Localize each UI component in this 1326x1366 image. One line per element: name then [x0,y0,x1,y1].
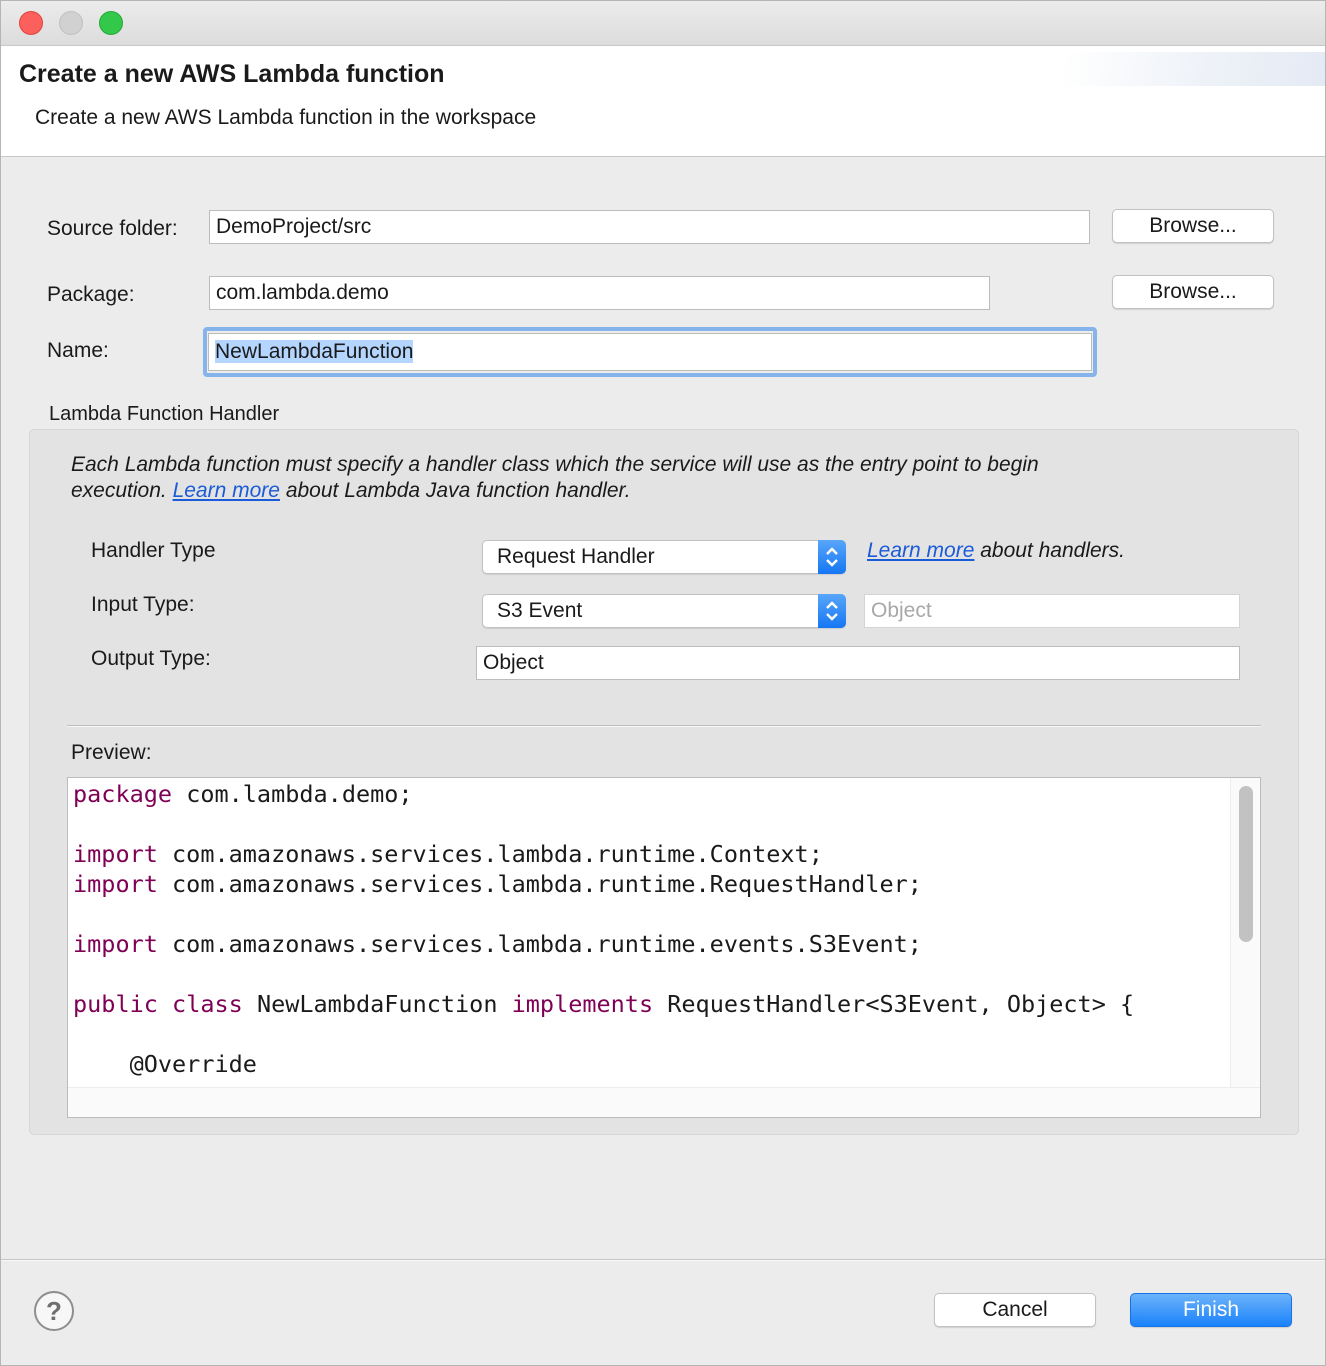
learn-more-handlers-link[interactable]: Learn more [867,539,974,562]
input-type-stepper[interactable] [818,594,846,628]
name-field[interactable]: NewLambdaFunction [208,333,1092,371]
handlers-link-text: Learn more about handlers. [867,539,1125,563]
handler-type-value: Request Handler [497,545,655,568]
code-line-import-s3event: import com.amazonaws.services.lambda.run… [73,930,922,958]
close-window-button[interactable] [19,11,43,35]
source-folder-label: Source folder: [47,217,178,240]
title-bar [1,1,1325,46]
name-label: Name: [47,339,109,362]
handler-type-select[interactable]: Request Handler [482,540,846,574]
preview-label: Preview: [71,741,152,764]
output-type-field[interactable]: Object [476,646,1240,680]
code-preview-horizontal-scrollbar[interactable] [68,1087,1260,1117]
handler-group-title: Lambda Function Handler [49,403,280,425]
dialog-window: Create a new AWS Lambda function Create … [0,0,1326,1366]
up-down-arrows-icon [826,547,838,567]
handler-description-line1: Each Lambda function must specify a hand… [71,453,1039,476]
code-line-import-request-handler: import com.amazonaws.services.lambda.run… [73,870,922,898]
header-banner-image [1065,52,1325,86]
package-field[interactable]: com.lambda.demo [209,276,990,310]
package-label: Package: [47,283,135,306]
vertical-scroll-thumb[interactable] [1239,786,1253,942]
input-type-value: S3 Event [497,599,583,622]
source-folder-field[interactable]: DemoProject/src [209,210,1090,244]
wizard-description: Create a new AWS Lambda function in the … [35,106,537,129]
handler-type-stepper[interactable] [818,540,846,574]
up-down-arrows-icon [826,601,838,621]
minimize-window-button[interactable] [59,11,83,35]
footer-separator [1,1259,1325,1261]
zoom-window-button[interactable] [99,11,123,35]
input-type-label: Input Type: [91,593,195,616]
handler-type-label: Handler Type [91,539,216,562]
output-type-label: Output Type: [91,647,211,670]
code-preview[interactable]: package com.lambda.demo; import com.amaz… [67,777,1261,1118]
wizard-header: Create a new AWS Lambda function Create … [1,46,1325,157]
code-preview-content: package com.lambda.demo; import com.amaz… [68,778,1230,1087]
code-line-import-context: import com.amazonaws.services.lambda.run… [73,840,823,868]
input-type-select[interactable]: S3 Event [482,594,846,628]
code-line-package: package com.lambda.demo; [73,780,413,808]
learn-more-function-handler-link[interactable]: Learn more [173,479,280,502]
preview-separator [67,725,1261,727]
handlers-link-suffix: about handlers. [980,539,1126,562]
name-field-selected-text: NewLambdaFunction [215,340,414,363]
handler-description-line2: execution. Learn more about Lambda Java … [71,479,631,503]
code-preview-vertical-scrollbar[interactable] [1230,778,1260,1087]
wizard-title: Create a new AWS Lambda function [19,60,445,88]
input-type-custom-field: Object [864,594,1240,628]
browse-package-button[interactable]: Browse... [1112,275,1274,309]
help-button[interactable]: ? [34,1291,74,1331]
code-line-override: @Override [73,1050,257,1078]
browse-source-folder-button[interactable]: Browse... [1112,209,1274,243]
handler-description-execution: execution. [71,479,167,502]
code-line-class-declaration: public class NewLambdaFunction implement… [73,990,1135,1018]
finish-button[interactable]: Finish [1130,1293,1292,1327]
handler-description-suffix: about Lambda Java function handler. [285,479,631,502]
cancel-button[interactable]: Cancel [934,1293,1096,1327]
